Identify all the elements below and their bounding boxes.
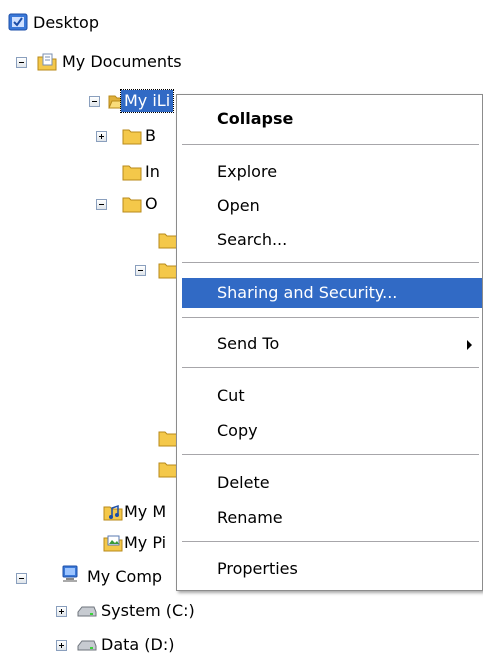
- collapse-toggle-subfolder[interactable]: [135, 265, 146, 276]
- tree-item-my-music[interactable]: My M: [121, 501, 169, 523]
- menu-separator: [182, 317, 479, 318]
- menu-item-sharing-and-security[interactable]: Sharing and Security...: [182, 278, 482, 308]
- tree-item-system-c[interactable]: System (C:): [98, 600, 198, 622]
- menu-separator: [182, 144, 479, 145]
- my-music-icon: [103, 504, 123, 521]
- tree-item-desktop[interactable]: Desktop: [30, 12, 102, 34]
- menu-item-rename[interactable]: Rename: [182, 503, 482, 533]
- menu-item-collapse[interactable]: Collapse: [182, 104, 482, 134]
- tree-item-data-d[interactable]: Data (D:): [98, 634, 177, 656]
- folder-icon: [158, 233, 178, 249]
- desktop-icon: [8, 13, 28, 31]
- folder-icon: [122, 197, 142, 213]
- collapse-toggle-o-folder[interactable]: [96, 199, 107, 210]
- folder-icon: [158, 263, 178, 279]
- context-menu: Collapse Explore Open Search... Sharing …: [176, 94, 483, 591]
- menu-item-explore[interactable]: Explore: [182, 157, 482, 187]
- menu-separator: [182, 454, 479, 455]
- menu-item-delete[interactable]: Delete: [182, 468, 482, 498]
- submenu-arrow-icon: [467, 340, 472, 350]
- my-documents-icon: [37, 53, 57, 71]
- folder-icon: [122, 165, 142, 181]
- folder-icon: [158, 462, 178, 478]
- menu-item-open[interactable]: Open: [182, 191, 482, 221]
- folder-icon: [122, 129, 142, 145]
- tree-item-o-folder[interactable]: O: [142, 193, 161, 215]
- tree-item-in-folder[interactable]: In: [142, 161, 163, 183]
- tree-item-my-pictures[interactable]: My Pi: [121, 532, 169, 554]
- menu-item-cut[interactable]: Cut: [182, 381, 482, 411]
- menu-separator: [182, 541, 479, 542]
- my-pictures-icon: [103, 535, 123, 552]
- collapse-toggle-my-ilink[interactable]: [89, 96, 100, 107]
- menu-item-send-to[interactable]: Send To: [182, 329, 482, 359]
- menu-item-copy[interactable]: Copy: [182, 416, 482, 446]
- expand-toggle-b-folder[interactable]: [96, 131, 107, 142]
- menu-separator: [182, 367, 479, 368]
- collapse-toggle-my-computer[interactable]: [16, 573, 27, 584]
- expand-toggle-data-d[interactable]: [56, 640, 67, 651]
- folder-icon: [158, 431, 178, 447]
- tree-item-my-documents[interactable]: My Documents: [59, 51, 185, 73]
- computer-icon: [62, 565, 78, 582]
- collapse-toggle-my-documents[interactable]: [16, 57, 27, 68]
- expand-toggle-system-c[interactable]: [56, 606, 67, 617]
- menu-separator: [182, 262, 479, 263]
- hard-drive-icon: [77, 640, 97, 651]
- tree-item-my-ilink[interactable]: My iLi: [119, 89, 175, 113]
- tree-item-my-computer[interactable]: My Comp: [84, 566, 165, 588]
- hard-drive-icon: [77, 606, 97, 617]
- menu-item-search[interactable]: Search...: [182, 225, 482, 255]
- menu-item-send-to-label: Send To: [217, 334, 280, 353]
- menu-item-properties[interactable]: Properties: [182, 554, 482, 584]
- tree-item-b-folder[interactable]: B: [142, 125, 159, 147]
